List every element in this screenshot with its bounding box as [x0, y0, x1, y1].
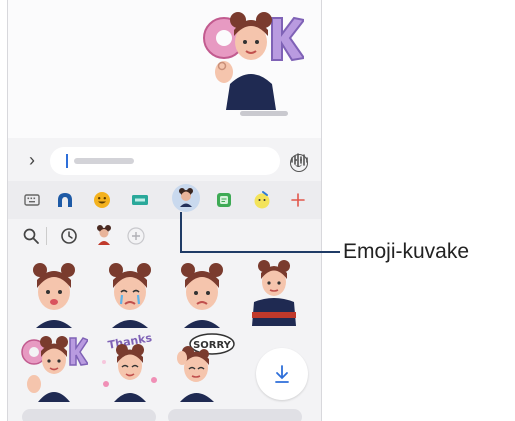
- download-button[interactable]: [256, 348, 308, 400]
- ar-emoji-avatar-icon: [179, 188, 193, 207]
- sticker-cry[interactable]: [96, 258, 164, 328]
- message-placeholder: blurred: [74, 158, 134, 164]
- chevron-right-icon[interactable]: ›: [22, 150, 42, 170]
- emoji-icon[interactable]: [92, 190, 112, 210]
- bixby-vision-icon[interactable]: [55, 190, 75, 210]
- message-input-row: › blurred: [8, 141, 321, 179]
- message-time: blurred: [240, 111, 288, 116]
- bottom-action-button-2[interactable]: blurred: [168, 409, 302, 421]
- download-icon: [275, 365, 289, 383]
- sticker-pout[interactable]: [20, 258, 88, 328]
- sticker-shrug[interactable]: [240, 256, 308, 326]
- sticker-icon[interactable]: [214, 190, 234, 210]
- sticker-grid: Thanks SORRY: [8, 252, 321, 402]
- waveform-icon[interactable]: [290, 153, 310, 167]
- avatar-icon[interactable]: [94, 224, 114, 246]
- callout-line-vertical: [180, 212, 182, 252]
- message-input[interactable]: blurred: [50, 147, 308, 175]
- sticker-ok[interactable]: [20, 332, 88, 402]
- ar-emoji-icon[interactable]: [172, 184, 200, 212]
- divider: [46, 227, 47, 245]
- gif-icon[interactable]: [130, 190, 150, 210]
- sticker-thanks[interactable]: Thanks: [96, 332, 164, 402]
- text-cursor: [66, 154, 68, 168]
- bitmoji-icon[interactable]: [252, 190, 272, 210]
- bottom-action-button-1[interactable]: blurred: [22, 409, 156, 421]
- add-icon[interactable]: [288, 190, 308, 210]
- callout-label: Emoji-kuvake: [343, 240, 470, 263]
- recent-icon[interactable]: [60, 227, 78, 245]
- sticker-thanks-text: Thanks: [107, 332, 153, 352]
- sticker-sorry[interactable]: SORRY: [168, 332, 236, 402]
- chat-area: blurred: [8, 0, 321, 138]
- sticker-sorry-text: SORRY: [193, 340, 232, 351]
- add-avatar-icon[interactable]: [126, 226, 146, 246]
- phone-screen: blurred › blurred: [7, 0, 322, 421]
- ar-emoji-tools: [8, 219, 321, 251]
- keyboard-icon[interactable]: [22, 190, 42, 210]
- expression-panel-tabs: [8, 181, 321, 219]
- search-icon[interactable]: [22, 227, 40, 245]
- sent-ok-sticker[interactable]: [198, 6, 304, 110]
- bottom-actions: blurred blurred: [8, 406, 321, 421]
- callout-line-horizontal: [180, 251, 340, 253]
- sticker-sad[interactable]: [168, 258, 236, 328]
